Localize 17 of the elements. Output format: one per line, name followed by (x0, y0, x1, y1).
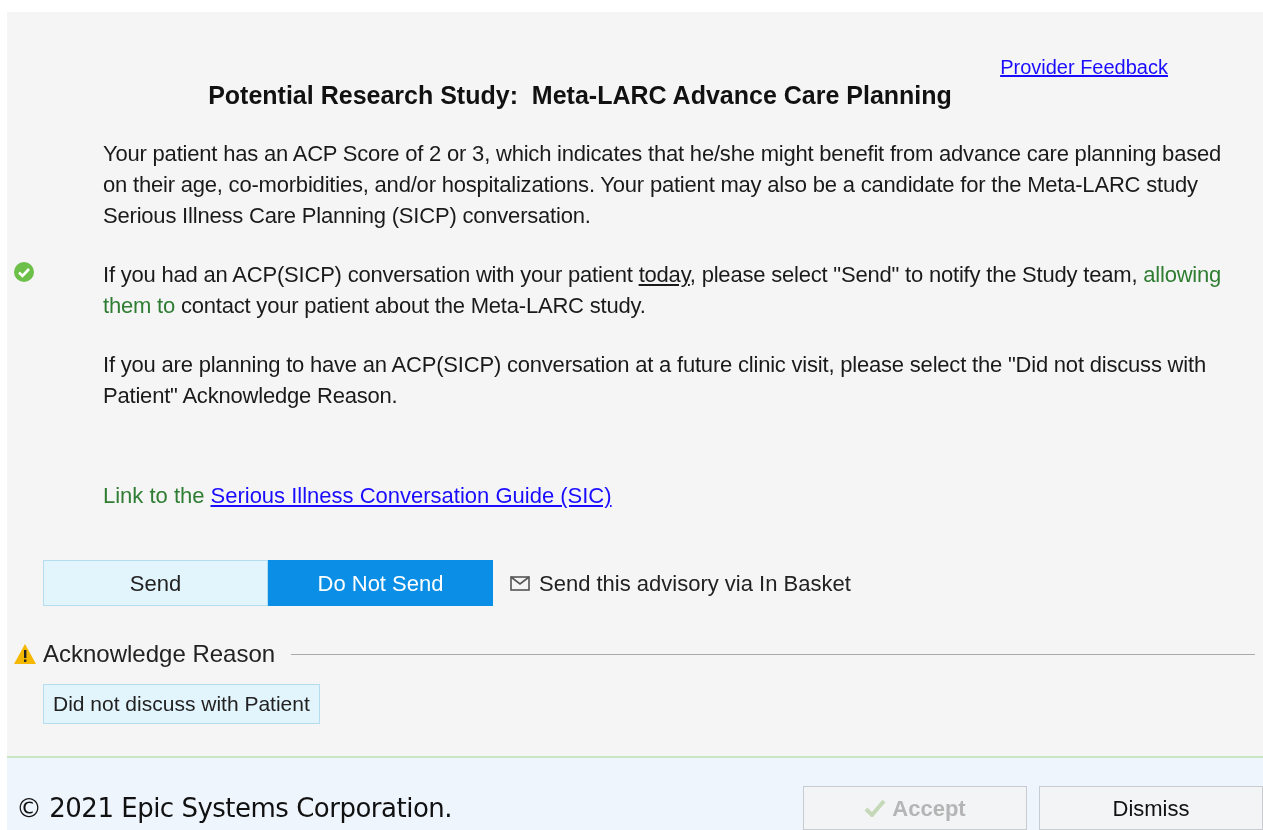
advisory-paragraph: Your patient has an ACP Score of 2 or 3, which indicates that he/she might benefit from advance care planning based on their age, co-morbidities, and/or hospitalizations. Your patient may also be a candidate for the Meta-LARC study Serious Illness Care Planning (SICP) conversation. (103, 140, 1223, 230)
section-title: Acknowledge Reason (43, 639, 276, 669)
envelope-icon (510, 575, 530, 591)
check-circle-icon (13, 261, 35, 283)
advisory-title: Potential Research Study: Meta-LARC Advance Care Planning (207, 83, 953, 108)
footer-button[interactable]: Dismiss (1039, 786, 1263, 830)
guide-link[interactable]: Serious Illness Conversation Guide (SIC) (210, 479, 612, 512)
advisory-paragraph: If you are planning to have an ACP(SICP) conversation at a future clinic visit, please select the "Did not discuss with Patient" Acknowledge Reason. (103, 351, 1207, 410)
check-icon (864, 799, 887, 817)
in-basket-option[interactable]: Send this advisory via In Basket (539, 566, 851, 600)
warning-icon (13, 643, 37, 665)
copyright-text: © 2021 Epic Systems Corporation. (16, 792, 453, 825)
guide-prefix: Link to the (103, 482, 205, 510)
feedback-link[interactable]: Provider Feedback (1000, 57, 1168, 77)
reason-button[interactable]: Did not discuss with Patient (43, 684, 320, 724)
advisory-paragraph: If you had an ACP(SICP) conversation with your patient today, please select "Send" to notify the Study team, allowing them to contact your patient about the Meta-LARC study. (103, 261, 1223, 320)
action-button[interactable]: Send (43, 560, 268, 606)
